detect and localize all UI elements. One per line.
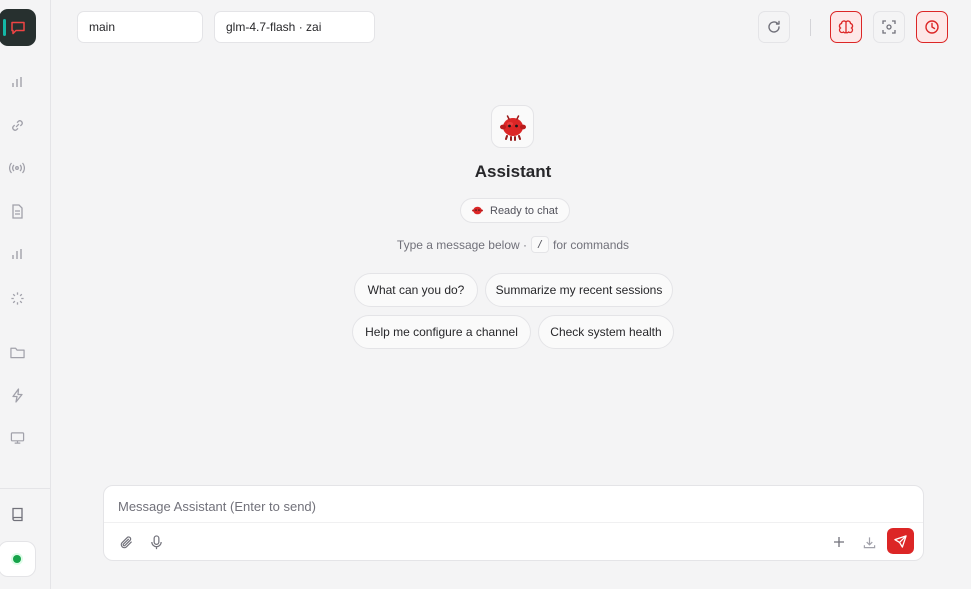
new-chat-button[interactable] — [830, 533, 848, 551]
sidebar-item-overview[interactable] — [8, 73, 26, 91]
document-icon — [11, 203, 23, 219]
sidebar-item-docs[interactable] — [8, 505, 26, 523]
attach-button[interactable] — [117, 533, 135, 551]
monitor-icon — [10, 432, 24, 444]
hint-suffix: for commands — [553, 237, 630, 252]
message-input[interactable] — [116, 494, 900, 518]
suggestion-summarize-sessions[interactable]: Summarize my recent sessions — [485, 273, 673, 307]
assistant-title: Assistant — [474, 162, 552, 181]
sidebar-item-links[interactable] — [8, 116, 26, 134]
paperclip-icon — [120, 535, 132, 548]
status-badge-label: Ready to chat — [490, 204, 558, 217]
refresh-icon — [768, 20, 780, 33]
export-button[interactable] — [860, 533, 878, 551]
send-icon — [894, 534, 907, 548]
sidebar — [0, 0, 51, 589]
thinking-toggle-button[interactable] — [830, 11, 862, 43]
sidebar-item-tasks[interactable] — [8, 289, 26, 307]
sidebar-item-chat[interactable] — [0, 9, 36, 46]
message-composer — [103, 485, 924, 561]
agent-select-value: main — [89, 20, 116, 34]
connection-status[interactable] — [0, 541, 36, 577]
assistant-avatar — [491, 105, 534, 148]
plus-icon — [834, 537, 844, 547]
history-button[interactable] — [916, 11, 948, 43]
scan-focus-icon — [882, 20, 896, 34]
refresh-button[interactable] — [758, 11, 790, 43]
book-icon — [11, 507, 23, 521]
brain-icon — [838, 20, 854, 34]
hint-prefix: Type a message below · — [396, 237, 527, 252]
clock-icon — [925, 20, 939, 34]
red-creature-icon — [499, 114, 526, 141]
analytics-icon — [12, 249, 22, 259]
suggestion-configure-channel[interactable]: Help me configure a channel — [352, 315, 531, 349]
sidebar-item-files[interactable] — [8, 343, 26, 361]
sidebar-item-channels[interactable] — [8, 159, 26, 177]
focus-mode-button[interactable] — [873, 11, 905, 43]
lightning-icon — [11, 387, 23, 403]
red-creature-icon — [472, 206, 483, 215]
broadcast-icon — [9, 162, 25, 174]
microphone-icon — [150, 534, 162, 549]
bar-chart-icon — [12, 77, 22, 87]
active-indicator — [3, 19, 6, 36]
sidebar-divider — [0, 488, 50, 489]
chat-icon — [10, 21, 25, 34]
status-online-dot — [13, 555, 21, 563]
sidebar-item-automations[interactable] — [8, 386, 26, 404]
model-select[interactable]: glm-4.7-flash · zai — [214, 11, 375, 43]
composer-divider — [104, 522, 923, 523]
suggestion-system-health[interactable]: Check system health — [538, 315, 674, 349]
send-button[interactable] — [887, 528, 914, 554]
toolbar-divider — [810, 19, 811, 36]
sidebar-item-documents[interactable] — [8, 202, 26, 220]
link-icon — [11, 119, 23, 131]
slash-key: / — [531, 236, 550, 253]
voice-button[interactable] — [147, 533, 165, 551]
model-select-value: glm-4.7-flash · zai — [226, 20, 322, 34]
status-badge: Ready to chat — [460, 198, 570, 223]
agent-select[interactable]: main — [77, 11, 203, 43]
download-icon — [863, 536, 875, 548]
command-hint: Type a message below · / for commands — [333, 236, 693, 253]
sidebar-item-devices[interactable] — [8, 429, 26, 447]
sidebar-item-usage[interactable] — [8, 245, 26, 263]
loader-icon — [10, 291, 24, 305]
folder-icon — [9, 347, 25, 358]
suggestion-what-can-you-do[interactable]: What can you do? — [354, 273, 478, 307]
